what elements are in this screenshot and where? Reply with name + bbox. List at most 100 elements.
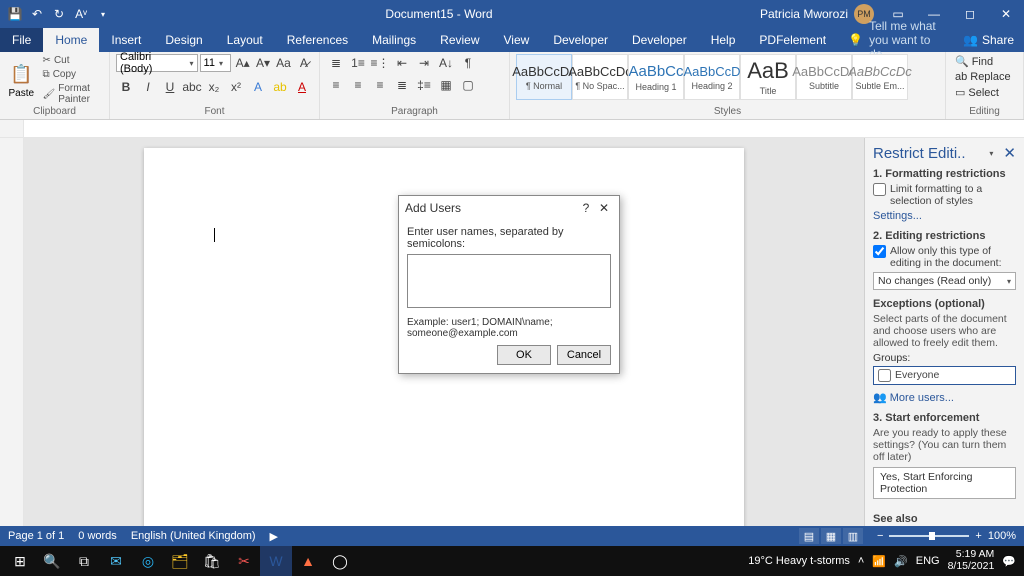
highlight-button[interactable]: ab	[270, 78, 290, 96]
editing-type-select[interactable]: No changes (Read only)▾	[873, 272, 1016, 290]
save-icon[interactable]: 💾	[6, 5, 24, 23]
format-painter-button[interactable]: 🖌Format Painter	[41, 82, 103, 106]
style-heading-2[interactable]: AaBbCcDHeading 2	[684, 54, 740, 100]
tray-network-icon[interactable]: 📶	[872, 555, 886, 568]
align-right-button[interactable]: ≡	[370, 76, 390, 94]
tab-review[interactable]: Review	[428, 28, 491, 52]
style-heading-1[interactable]: AaBbCcHeading 1	[628, 54, 684, 100]
snip-app-icon[interactable]: ✂	[228, 546, 260, 576]
tray-clock[interactable]: 5:19 AM 8/15/2021	[948, 549, 995, 572]
style-title[interactable]: AaBTitle	[740, 54, 796, 100]
tab-home[interactable]: Home	[43, 28, 99, 52]
tray-notifications-icon[interactable]: 💬	[1002, 555, 1016, 568]
style-normal[interactable]: AaBbCcDc¶ Normal	[516, 54, 572, 100]
tab-references[interactable]: References	[275, 28, 360, 52]
vlc-app-icon[interactable]: ▲	[292, 546, 324, 576]
tab-insert[interactable]: Insert	[99, 28, 153, 52]
horizontal-ruler[interactable]	[24, 120, 1024, 137]
weather-widget[interactable]: 19°C Heavy t-storms	[748, 555, 850, 567]
sort-button[interactable]: A↓	[436, 54, 456, 72]
start-enforcing-button[interactable]: Yes, Start Enforcing Protection	[873, 467, 1016, 499]
clear-formatting-button[interactable]: A̷	[295, 54, 313, 72]
tab-help[interactable]: Help	[699, 28, 748, 52]
ok-button[interactable]: OK	[497, 345, 551, 365]
bullets-button[interactable]: ≣	[326, 54, 346, 72]
pane-close-icon[interactable]: ✕	[1003, 144, 1016, 162]
dialog-help-icon[interactable]: ?	[577, 201, 595, 215]
web-layout-button[interactable]: ▥	[843, 528, 863, 544]
search-button[interactable]: 🔍	[36, 546, 68, 576]
style-subtle-emphasis[interactable]: AaBbCcDcSubtle Em...	[852, 54, 908, 100]
close-icon[interactable]: ✕	[988, 0, 1024, 28]
task-view-button[interactable]: ⧉	[68, 546, 100, 576]
account-area[interactable]: Patricia Mworozi PM	[760, 4, 880, 24]
find-button[interactable]: 🔍Find	[952, 54, 1014, 69]
pane-menu-icon[interactable]: ▾	[989, 149, 993, 158]
zoom-control[interactable]: − + 100%	[877, 530, 1016, 542]
decrease-indent-button[interactable]: ⇤	[392, 54, 412, 72]
tab-developer-2[interactable]: Developer	[620, 28, 699, 52]
start-button[interactable]: ⊞	[4, 546, 36, 576]
read-mode-button[interactable]: ▤	[799, 528, 819, 544]
italic-button[interactable]: I	[138, 78, 158, 96]
paste-button[interactable]: 📋 Paste	[6, 54, 37, 106]
align-left-button[interactable]: ≡	[326, 76, 346, 94]
align-center-button[interactable]: ≡	[348, 76, 368, 94]
tab-design[interactable]: Design	[153, 28, 214, 52]
edge-app-icon[interactable]: ◎	[132, 546, 164, 576]
tell-me-search[interactable]: 💡 Tell me what you want to do	[838, 28, 953, 52]
qat-more-icon[interactable]: ▾	[94, 5, 112, 23]
copy-button[interactable]: ⧉Copy	[41, 68, 103, 81]
text-effects-button[interactable]: A	[248, 78, 268, 96]
macro-icon[interactable]: ▶	[270, 530, 278, 543]
user-names-input[interactable]	[407, 254, 611, 308]
strikethrough-button[interactable]: abc	[182, 78, 202, 96]
limit-formatting-checkbox[interactable]: Limit formatting to a selection of style…	[873, 183, 1016, 207]
tab-view[interactable]: View	[492, 28, 542, 52]
allow-editing-type-checkbox[interactable]: Allow only this type of editing in the d…	[873, 245, 1016, 269]
underline-button[interactable]: U	[160, 78, 180, 96]
tray-chevron-icon[interactable]: ˄	[858, 555, 864, 567]
page-count[interactable]: Page 1 of 1	[8, 530, 64, 542]
increase-indent-button[interactable]: ⇥	[414, 54, 434, 72]
tab-developer[interactable]: Developer	[541, 28, 620, 52]
maximize-icon[interactable]: ◻	[952, 0, 988, 28]
tray-language[interactable]: ENG	[916, 555, 940, 567]
zoom-out-icon[interactable]: −	[877, 530, 883, 542]
tab-pdfelement[interactable]: PDFelement	[747, 28, 838, 52]
change-case-button[interactable]: Aa	[274, 54, 292, 72]
grow-font-button[interactable]: A▴	[233, 54, 251, 72]
language-status[interactable]: English (United Kingdom)	[131, 530, 256, 542]
dialog-title-bar[interactable]: Add Users ? ✕	[399, 196, 619, 220]
vertical-ruler[interactable]	[0, 138, 24, 526]
shading-button[interactable]: ▦	[436, 76, 456, 94]
dialog-close-icon[interactable]: ✕	[595, 201, 613, 215]
zoom-level[interactable]: 100%	[988, 530, 1016, 542]
print-layout-button[interactable]: ▦	[821, 528, 841, 544]
group-everyone-checkbox[interactable]: Everyone	[878, 369, 1011, 382]
undo-icon[interactable]: ↶	[28, 5, 46, 23]
cancel-button[interactable]: Cancel	[557, 345, 611, 365]
tab-file[interactable]: File	[0, 28, 43, 52]
formatting-settings-link[interactable]: Settings...	[873, 210, 1016, 222]
borders-button[interactable]: ▢	[458, 76, 478, 94]
chrome-app-icon[interactable]: ◯	[324, 546, 356, 576]
select-button[interactable]: ▭Select	[952, 85, 1014, 100]
zoom-slider[interactable]	[889, 535, 969, 537]
touch-mode-icon[interactable]: Aᵛ	[72, 5, 90, 23]
line-spacing-button[interactable]: ‡≡	[414, 76, 434, 94]
font-size-combo[interactable]: 11▾	[200, 54, 232, 72]
show-marks-button[interactable]: ¶	[458, 54, 478, 72]
store-app-icon[interactable]: 🛍	[196, 546, 228, 576]
mail-app-icon[interactable]: ✉	[100, 546, 132, 576]
redo-icon[interactable]: ↻	[50, 5, 68, 23]
style-no-spacing[interactable]: AaBbCcDc¶ No Spac...	[572, 54, 628, 100]
justify-button[interactable]: ≣	[392, 76, 412, 94]
bold-button[interactable]: B	[116, 78, 136, 96]
tab-mailings[interactable]: Mailings	[360, 28, 428, 52]
superscript-button[interactable]: x²	[226, 78, 246, 96]
word-count[interactable]: 0 words	[78, 530, 117, 542]
tray-volume-icon[interactable]: 🔊	[894, 555, 908, 568]
font-color-button[interactable]: A	[292, 78, 312, 96]
share-button[interactable]: 👥 Share	[953, 28, 1024, 52]
